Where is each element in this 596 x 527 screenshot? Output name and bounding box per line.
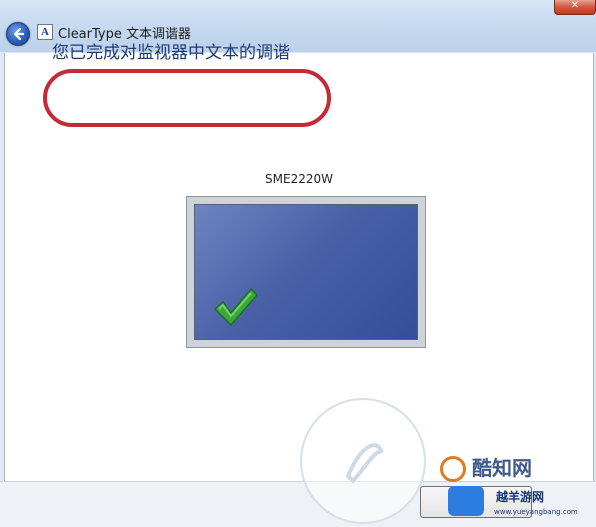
watermark-text-3: www.yueyangbang.com: [494, 508, 578, 516]
watermark-logo-icon: [345, 443, 384, 484]
cleartype-app-icon: A: [37, 24, 53, 40]
monitor-preview: [186, 196, 426, 348]
checkmark-icon: [213, 287, 259, 327]
content-area: SME2220W: [4, 53, 594, 481]
watermark-orange-logo-icon: [440, 456, 466, 482]
back-button[interactable]: [6, 22, 30, 46]
watermark-text-1: 酷知网: [472, 456, 532, 480]
close-button[interactable]: ✕: [554, 0, 596, 15]
watermark: 酷知网 越羊游网 www.yueyangbang.com: [440, 452, 590, 522]
heading-highlight-ring: [43, 69, 331, 127]
watermark-circle: [300, 398, 426, 524]
watermark-blue-logo-icon: [448, 486, 484, 516]
arrow-left-icon: [13, 27, 25, 41]
watermark-text-2: 越羊游网: [496, 490, 545, 504]
monitor-screen: [194, 204, 418, 340]
page-heading: 您已完成对监视器中文本的调谐: [52, 43, 290, 63]
close-icon: ✕: [570, 0, 580, 11]
monitor-name: SME2220W: [265, 172, 333, 186]
